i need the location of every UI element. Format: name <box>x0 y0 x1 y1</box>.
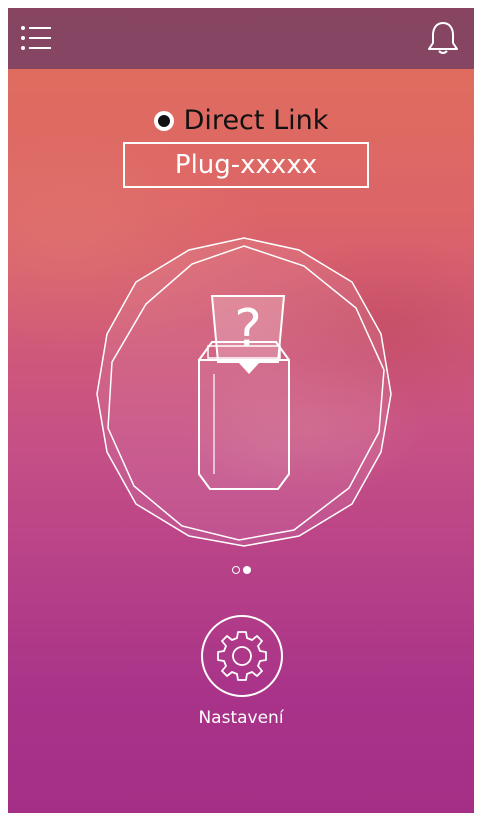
radio-selected-icon <box>153 111 174 131</box>
top-bar <box>8 8 474 69</box>
page-dot-2[interactable] <box>243 566 251 574</box>
gear-icon <box>217 631 267 681</box>
menu-list-icon[interactable] <box>20 22 52 54</box>
direct-link-label: Direct Link <box>183 105 329 136</box>
page-dot-1[interactable] <box>232 566 240 574</box>
unknown-washing-machine-icon[interactable]: ? <box>94 234 394 548</box>
device-name-box[interactable]: Plug-xxxxx <box>123 142 369 188</box>
question-mark-symbol: ? <box>234 299 262 359</box>
settings-button[interactable] <box>200 614 284 698</box>
app-screen: Direct Link Plug-xxxxx ? Nastavení <box>8 8 474 813</box>
settings-label: Nastavení <box>198 708 284 728</box>
page-indicator <box>232 566 251 574</box>
bell-icon[interactable] <box>426 20 460 56</box>
direct-link-option[interactable]: Direct Link <box>8 105 474 137</box>
